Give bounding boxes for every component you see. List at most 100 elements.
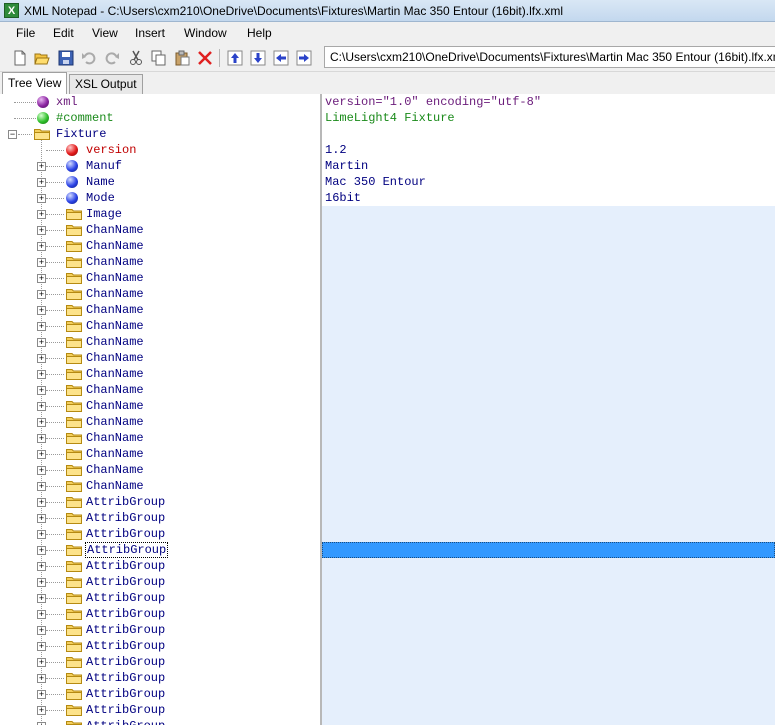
tree-node[interactable]: #comment xyxy=(0,110,320,126)
node-values-panel[interactable]: version="1.0" encoding="utf-8" LimeLight4… xyxy=(322,94,775,725)
tree-node-label[interactable]: ChanName xyxy=(85,318,145,334)
tree-node-label[interactable]: AttribGroup xyxy=(85,590,166,606)
tree-node[interactable]: + Mode xyxy=(0,190,320,206)
tree-node-label[interactable]: AttribGroup xyxy=(85,542,169,558)
tree-node[interactable]: + AttribGroup xyxy=(0,542,320,558)
tree-node-label[interactable]: ChanName xyxy=(85,302,145,318)
tree-node[interactable]: +AttribGroup xyxy=(0,574,320,590)
tree-node-label[interactable]: Name xyxy=(85,174,116,190)
copy-icon[interactable] xyxy=(151,50,167,66)
tree-node[interactable]: + Manuf xyxy=(0,158,320,174)
selected-value-row[interactable] xyxy=(322,542,775,558)
collapse-icon[interactable]: − xyxy=(8,130,17,139)
tree-node-label[interactable]: AttribGroup xyxy=(85,606,166,622)
menu-window[interactable]: Window xyxy=(184,26,227,40)
expand-icon[interactable]: + xyxy=(37,610,46,619)
tree-node[interactable]: version xyxy=(0,142,320,158)
tree-node[interactable]: +AttribGroup xyxy=(0,526,320,542)
tree-node[interactable]: +AttribGroup xyxy=(0,702,320,718)
tree-node-label[interactable]: ChanName xyxy=(85,462,145,478)
expand-icon[interactable]: + xyxy=(37,530,46,539)
expand-icon[interactable]: + xyxy=(37,354,46,363)
nudge-right-icon[interactable] xyxy=(296,50,312,66)
tree-node-label[interactable]: Mode xyxy=(85,190,116,206)
tree-node[interactable]: − Fixture xyxy=(0,126,320,142)
tree-node-label[interactable]: AttribGroup xyxy=(85,654,166,670)
tree-node[interactable]: + ChanName xyxy=(0,382,320,398)
expand-icon[interactable]: + xyxy=(37,626,46,635)
tree-node[interactable]: + ChanName xyxy=(0,398,320,414)
expand-icon[interactable]: + xyxy=(37,226,46,235)
tree-node[interactable]: + ChanName xyxy=(0,222,320,238)
expand-icon[interactable]: + xyxy=(37,418,46,427)
expand-icon[interactable]: + xyxy=(37,290,46,299)
tree-node[interactable]: + AttribGroup xyxy=(0,686,320,702)
tree-node[interactable]: +AttribGroup xyxy=(0,510,320,526)
tree-node-label[interactable]: ChanName xyxy=(85,398,145,414)
tree-node-label[interactable]: Image xyxy=(85,206,123,222)
expand-icon[interactable]: + xyxy=(37,306,46,315)
tree-node-label[interactable]: AttribGroup xyxy=(85,622,166,638)
expand-icon[interactable]: + xyxy=(37,258,46,267)
tree-node-label[interactable]: ChanName xyxy=(85,222,145,238)
expand-icon[interactable]: + xyxy=(37,402,46,411)
node-value-row[interactable]: Martin xyxy=(322,158,775,174)
tree-node-label[interactable]: AttribGroup xyxy=(85,686,166,702)
delete-icon[interactable] xyxy=(197,50,213,66)
expand-icon[interactable]: + xyxy=(37,386,46,395)
expand-icon[interactable]: + xyxy=(37,546,46,555)
tree-node-label[interactable]: ChanName xyxy=(85,334,145,350)
tree-node[interactable]: + AttribGroup xyxy=(0,654,320,670)
tree-node[interactable]: + ChanName xyxy=(0,350,320,366)
menu-edit[interactable]: Edit xyxy=(53,26,74,40)
tree-node[interactable]: + ChanName xyxy=(0,366,320,382)
redo-icon[interactable] xyxy=(104,50,120,66)
tree-node[interactable]: + ChanName xyxy=(0,446,320,462)
tree-node[interactable]: + ChanName xyxy=(0,302,320,318)
cut-icon[interactable] xyxy=(128,50,144,66)
expand-icon[interactable]: + xyxy=(37,370,46,379)
tree-node-label[interactable]: ChanName xyxy=(85,382,145,398)
expand-icon[interactable]: + xyxy=(37,466,46,475)
tree-node-label[interactable]: ChanName xyxy=(85,270,145,286)
expand-icon[interactable]: + xyxy=(37,514,46,523)
tree-node[interactable]: + AttribGroup xyxy=(0,606,320,622)
tree-node[interactable]: + ChanName xyxy=(0,462,320,478)
tab-tree-view[interactable]: Tree View xyxy=(2,72,68,94)
tree-node-label[interactable]: ChanName xyxy=(85,254,145,270)
expand-icon[interactable]: + xyxy=(37,194,46,203)
tree-node[interactable]: + ChanName xyxy=(0,478,320,494)
file-path-input[interactable]: C:\Users\cxm210\OneDrive\Documents\Fixtu… xyxy=(324,46,775,68)
tree-node[interactable]: +AttribGroup xyxy=(0,718,320,725)
tree-node-label[interactable]: AttribGroup xyxy=(85,494,166,510)
expand-icon[interactable]: + xyxy=(37,178,46,187)
nudge-up-icon[interactable] xyxy=(227,50,243,66)
expand-icon[interactable]: + xyxy=(37,674,46,683)
tree-node[interactable]: + AttribGroup xyxy=(0,638,320,654)
tree-node[interactable]: + Name xyxy=(0,174,320,190)
tree-node[interactable]: +AttribGroup xyxy=(0,558,320,574)
node-value-row[interactable] xyxy=(322,126,775,142)
undo-icon[interactable] xyxy=(81,50,97,66)
tree-node-label[interactable]: AttribGroup xyxy=(85,638,166,654)
menu-help[interactable]: Help xyxy=(247,26,272,40)
node-value-row[interactable]: 16bit xyxy=(322,190,775,206)
expand-icon[interactable]: + xyxy=(37,658,46,667)
tree-node-label[interactable]: ChanName xyxy=(85,446,145,462)
tree-node-label[interactable]: ChanName xyxy=(85,430,145,446)
node-value-row[interactable]: 1.2 xyxy=(322,142,775,158)
expand-icon[interactable]: + xyxy=(37,642,46,651)
tree-node[interactable]: + AttribGroup xyxy=(0,622,320,638)
node-value-row[interactable]: Mac 350 Entour xyxy=(322,174,775,190)
tree-node-label[interactable]: ChanName xyxy=(85,414,145,430)
expand-icon[interactable]: + xyxy=(37,482,46,491)
tree-node[interactable]: + Image xyxy=(0,206,320,222)
new-icon[interactable] xyxy=(12,50,28,66)
node-value-row[interactable]: LimeLight4 Fixture xyxy=(322,110,775,126)
expand-icon[interactable]: + xyxy=(37,274,46,283)
menu-insert[interactable]: Insert xyxy=(135,26,165,40)
expand-icon[interactable]: + xyxy=(37,690,46,699)
tree-view-panel[interactable]: xml #comment − Fixture version + Manuf + Name + Mo… xyxy=(0,94,320,725)
tree-node[interactable]: +AttribGroup xyxy=(0,494,320,510)
tree-node[interactable]: + ChanName xyxy=(0,318,320,334)
